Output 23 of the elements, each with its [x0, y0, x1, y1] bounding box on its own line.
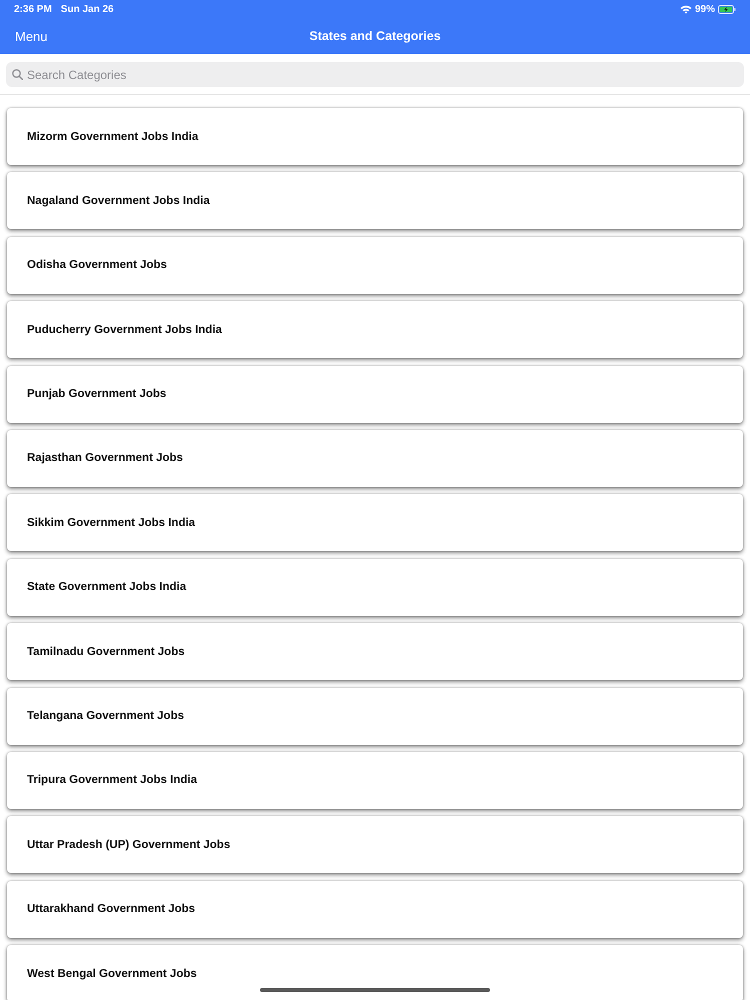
- category-item[interactable]: Mizorm Government Jobs India: [7, 108, 743, 165]
- category-item[interactable]: Tamilnadu Government Jobs: [7, 623, 743, 680]
- category-item[interactable]: Uttarakhand Government Jobs: [7, 880, 743, 938]
- search-icon: [12, 69, 23, 80]
- category-item[interactable]: Nagaland Government Jobs India: [7, 172, 743, 230]
- category-item[interactable]: Uttar Pradesh (UP) Government Jobs: [7, 816, 743, 874]
- category-item[interactable]: State Government Jobs India: [7, 558, 743, 616]
- status-time: 2:36 PM: [14, 4, 52, 14]
- menu-button[interactable]: Menu: [15, 28, 48, 44]
- nav-title: States and Categories: [309, 29, 441, 43]
- search-field[interactable]: Search Categories: [6, 62, 744, 87]
- category-item[interactable]: West Bengal Government Jobs: [7, 945, 743, 1000]
- category-item[interactable]: Telangana Government Jobs: [7, 688, 743, 745]
- wifi-icon: [680, 4, 692, 14]
- status-date: Sun Jan 26: [60, 4, 114, 14]
- battery-icon: [718, 4, 736, 14]
- category-item[interactable]: Tripura Government Jobs India: [7, 752, 743, 809]
- category-item[interactable]: Punjab Government Jobs: [7, 366, 743, 423]
- category-item[interactable]: Odisha Government Jobs: [7, 236, 743, 294]
- category-item[interactable]: Puducherry Government Jobs India: [7, 301, 743, 358]
- battery-percent: 99%: [694, 4, 715, 14]
- category-item[interactable]: Sikkim Government Jobs India: [7, 494, 743, 552]
- category-item[interactable]: Rajasthan Government Jobs: [7, 430, 743, 487]
